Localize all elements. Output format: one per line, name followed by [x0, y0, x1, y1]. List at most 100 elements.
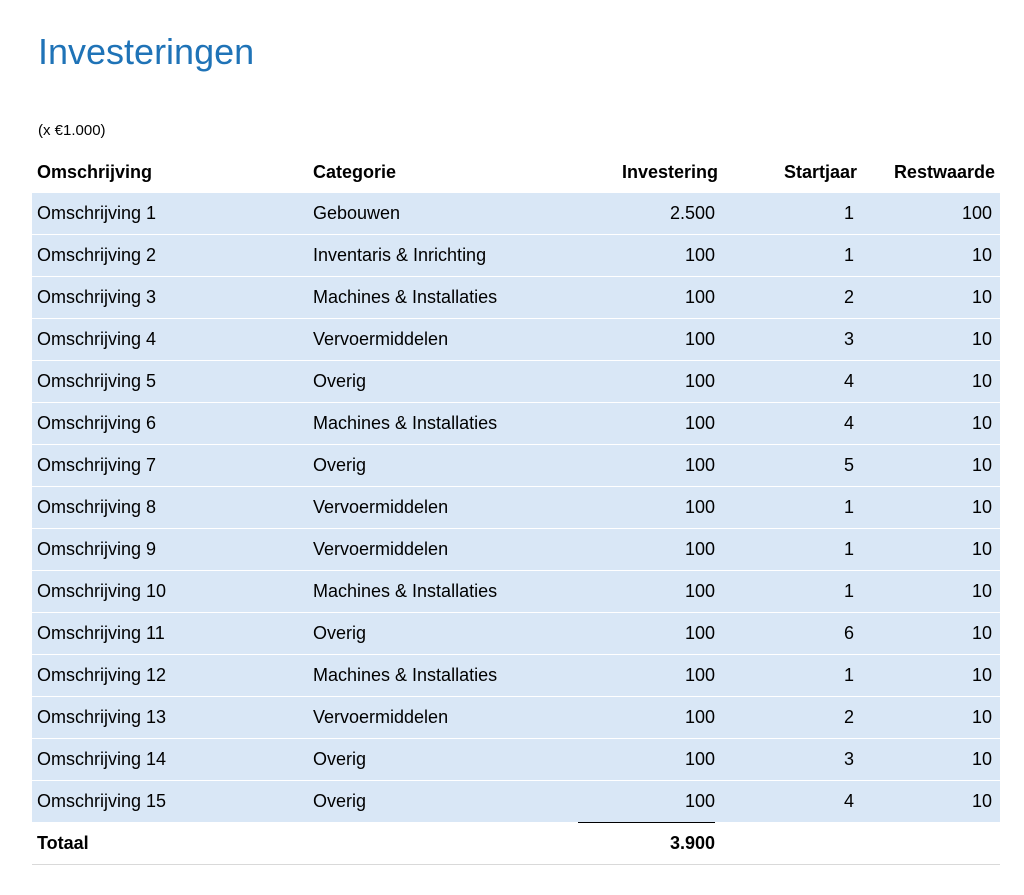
cell-restwaarde: 10: [862, 528, 1000, 571]
cell-omschrijving: Omschrijving 10: [32, 570, 308, 613]
table-row: Omschrijving 12 Machines & Installaties 10…: [32, 654, 1000, 697]
cell-startjaar: 3: [723, 318, 862, 361]
cell-restwaarde: 10: [862, 276, 1000, 319]
cell-startjaar: 6: [723, 612, 862, 655]
investments-table: Omschrijving Categorie Investering Start…: [32, 152, 1000, 865]
cell-categorie: Overig: [308, 780, 561, 823]
cell-categorie: Vervoermiddelen: [308, 318, 561, 361]
cell-categorie: Machines & Installaties: [308, 570, 561, 613]
cell-restwaarde: 10: [862, 738, 1000, 781]
cell-investering: 100: [561, 318, 723, 361]
cell-restwaarde: 10: [862, 612, 1000, 655]
total-categorie-cell: [308, 822, 561, 865]
cell-restwaarde: 100: [862, 193, 1000, 235]
cell-omschrijving: Omschrijving 6: [32, 402, 308, 445]
cell-investering: 100: [561, 696, 723, 739]
cell-restwaarde: 10: [862, 402, 1000, 445]
unit-note: (x €1.000): [38, 122, 106, 139]
cell-investering: 100: [561, 780, 723, 823]
cell-omschrijving: Omschrijving 3: [32, 276, 308, 319]
total-investering: 3.900: [561, 821, 723, 865]
cell-investering: 100: [561, 654, 723, 697]
cell-startjaar: 4: [723, 780, 862, 823]
cell-categorie: Machines & Installaties: [308, 276, 561, 319]
cell-categorie: Overig: [308, 738, 561, 781]
cell-categorie: Vervoermiddelen: [308, 696, 561, 739]
table-row: Omschrijving 11 Overig 100 6 10: [32, 612, 1000, 655]
cell-startjaar: 1: [723, 528, 862, 571]
investments-page: Investeringen (x €1.000) Omschrijving Ca…: [0, 0, 1024, 895]
cell-startjaar: 1: [723, 193, 862, 235]
cell-categorie: Overig: [308, 444, 561, 487]
cell-omschrijving: Omschrijving 9: [32, 528, 308, 571]
cell-categorie: Overig: [308, 612, 561, 655]
total-restwaarde-cell: [862, 822, 1000, 865]
table-row: Omschrijving 14 Overig 100 3 10: [32, 738, 1000, 781]
cell-startjaar: 1: [723, 570, 862, 613]
cell-startjaar: 2: [723, 696, 862, 739]
cell-startjaar: 4: [723, 360, 862, 403]
cell-investering: 100: [561, 402, 723, 445]
cell-restwaarde: 10: [862, 654, 1000, 697]
cell-categorie: Vervoermiddelen: [308, 486, 561, 529]
cell-investering: 100: [561, 360, 723, 403]
cell-omschrijving: Omschrijving 15: [32, 780, 308, 823]
cell-startjaar: 1: [723, 486, 862, 529]
table-row: Omschrijving 9 Vervoermiddelen 100 1 10: [32, 528, 1000, 571]
table-header-row: Omschrijving Categorie Investering Start…: [32, 152, 1000, 193]
cell-investering: 100: [561, 276, 723, 319]
cell-restwaarde: 10: [862, 486, 1000, 529]
cell-investering: 100: [561, 528, 723, 571]
cell-startjaar: 5: [723, 444, 862, 487]
cell-investering: 100: [561, 444, 723, 487]
cell-investering: 100: [561, 738, 723, 781]
header-omschrijving: Omschrijving: [32, 152, 308, 193]
header-startjaar: Startjaar: [723, 152, 862, 193]
cell-restwaarde: 10: [862, 234, 1000, 277]
cell-omschrijving: Omschrijving 14: [32, 738, 308, 781]
cell-investering: 2.500: [561, 193, 723, 235]
total-label: Totaal: [32, 822, 308, 865]
total-startjaar-cell: [723, 822, 862, 865]
cell-omschrijving: Omschrijving 7: [32, 444, 308, 487]
cell-categorie: Inventaris & Inrichting: [308, 234, 561, 277]
cell-startjaar: 3: [723, 738, 862, 781]
table-row: Omschrijving 5 Overig 100 4 10: [32, 360, 1000, 403]
cell-restwaarde: 10: [862, 780, 1000, 823]
cell-omschrijving: Omschrijving 12: [32, 654, 308, 697]
cell-startjaar: 2: [723, 276, 862, 319]
cell-categorie: Gebouwen: [308, 193, 561, 235]
cell-omschrijving: Omschrijving 5: [32, 360, 308, 403]
table-row: Omschrijving 10 Machines & Installaties 10…: [32, 570, 1000, 613]
header-investering: Investering: [561, 152, 723, 193]
cell-investering: 100: [561, 570, 723, 613]
table-row: Omschrijving 6 Machines & Installaties 100…: [32, 402, 1000, 445]
table-row: Omschrijving 2 Inventaris & Inrichting 100…: [32, 234, 1000, 277]
cell-restwaarde: 10: [862, 696, 1000, 739]
table-body: Omschrijving 1 Gebouwen 2.500 1 100 Omschrijv…: [32, 193, 1000, 823]
table-row: Omschrijving 4 Vervoermiddelen 100 3 10: [32, 318, 1000, 361]
total-row: Totaal 3.900: [32, 821, 1000, 865]
cell-categorie: Machines & Installaties: [308, 654, 561, 697]
table-row: Omschrijving 7 Overig 100 5 10: [32, 444, 1000, 487]
cell-omschrijving: Omschrijving 11: [32, 612, 308, 655]
cell-startjaar: 1: [723, 654, 862, 697]
cell-omschrijving: Omschrijving 8: [32, 486, 308, 529]
table-row: Omschrijving 3 Machines & Installaties 100…: [32, 276, 1000, 319]
cell-omschrijving: Omschrijving 2: [32, 234, 308, 277]
cell-categorie: Overig: [308, 360, 561, 403]
cell-omschrijving: Omschrijving 13: [32, 696, 308, 739]
cell-restwaarde: 10: [862, 444, 1000, 487]
cell-startjaar: 1: [723, 234, 862, 277]
cell-restwaarde: 10: [862, 360, 1000, 403]
table-row: Omschrijving 8 Vervoermiddelen 100 1 10: [32, 486, 1000, 529]
cell-investering: 100: [561, 234, 723, 277]
cell-investering: 100: [561, 486, 723, 529]
header-categorie: Categorie: [308, 152, 561, 193]
page-title: Investeringen: [38, 31, 255, 72]
table-row: Omschrijving 13 Vervoermiddelen 100 2 10: [32, 696, 1000, 739]
cell-categorie: Machines & Installaties: [308, 402, 561, 445]
cell-investering: 100: [561, 612, 723, 655]
cell-omschrijving: Omschrijving 4: [32, 318, 308, 361]
cell-restwaarde: 10: [862, 318, 1000, 361]
